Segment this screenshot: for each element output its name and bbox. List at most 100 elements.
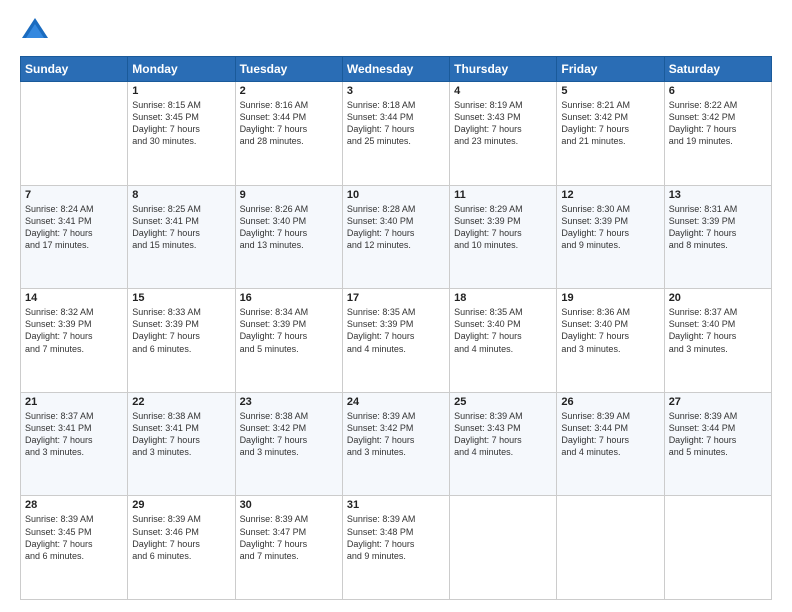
day-number: 4 <box>454 85 552 97</box>
calendar-cell: 19 Sunrise: 8:36 AM Sunset: 3:40 PM Dayli… <box>557 289 664 393</box>
calendar-cell: 1Sunrise: 8:15 AM Sunset: 3:45 PM Daylig… <box>128 82 235 186</box>
day-number: 2 <box>240 85 338 97</box>
day-info: Sunrise: 8:28 AM Sunset: 3:40 PM Dayligh… <box>347 203 445 252</box>
calendar-cell: 20 Sunrise: 8:37 AM Sunset: 3:40 PM Dayli… <box>664 289 771 393</box>
day-info: Sunrise: 8:34 AM Sunset: 3:39 PM Dayligh… <box>240 306 338 355</box>
day-number: 6 <box>669 85 767 97</box>
day-number: 26 <box>561 396 659 408</box>
day-number: 17 <box>347 292 445 304</box>
calendar-cell: 30 Sunrise: 8:39 AM Sunset: 3:47 PM Dayli… <box>235 496 342 600</box>
day-number: 20 <box>669 292 767 304</box>
day-info: Sunrise: 8:36 AM Sunset: 3:40 PM Dayligh… <box>561 306 659 355</box>
calendar-cell: 25 Sunrise: 8:39 AM Sunset: 3:43 PM Dayli… <box>450 392 557 496</box>
day-number: 18 <box>454 292 552 304</box>
col-header-wednesday: Wednesday <box>342 57 449 82</box>
calendar-cell: 26Sunrise: 8:39 AM Sunset: 3:44 PM Dayli… <box>557 392 664 496</box>
day-info: Sunrise: 8:32 AM Sunset: 3:39 PM Dayligh… <box>25 306 123 355</box>
day-number: 30 <box>240 499 338 511</box>
day-number: 31 <box>347 499 445 511</box>
day-info: Sunrise: 8:39 AM Sunset: 3:47 PM Dayligh… <box>240 513 338 562</box>
col-header-saturday: Saturday <box>664 57 771 82</box>
calendar-cell: 13 Sunrise: 8:31 AM Sunset: 3:39 PM Dayli… <box>664 185 771 289</box>
day-info: Sunrise: 8:25 AM Sunset: 3:41 PM Dayligh… <box>132 203 230 252</box>
day-number: 11 <box>454 189 552 201</box>
day-info: Sunrise: 8:39 AM Sunset: 3:43 PM Dayligh… <box>454 410 552 459</box>
day-number: 15 <box>132 292 230 304</box>
calendar-cell: 27 Sunrise: 8:39 AM Sunset: 3:44 PM Dayli… <box>664 392 771 496</box>
calendar-cell: 10 Sunrise: 8:28 AM Sunset: 3:40 PM Dayli… <box>342 185 449 289</box>
calendar-cell: 2 Sunrise: 8:16 AM Sunset: 3:44 PM Daylig… <box>235 82 342 186</box>
calendar-cell <box>450 496 557 600</box>
day-info: Sunrise: 8:18 AM Sunset: 3:44 PM Dayligh… <box>347 99 445 148</box>
day-number: 22 <box>132 396 230 408</box>
calendar-cell: 24Sunrise: 8:39 AM Sunset: 3:42 PM Dayli… <box>342 392 449 496</box>
day-info: Sunrise: 8:21 AM Sunset: 3:42 PM Dayligh… <box>561 99 659 148</box>
calendar-cell: 22Sunrise: 8:38 AM Sunset: 3:41 PM Dayli… <box>128 392 235 496</box>
calendar-cell <box>21 82 128 186</box>
day-info: Sunrise: 8:39 AM Sunset: 3:48 PM Dayligh… <box>347 513 445 562</box>
day-info: Sunrise: 8:38 AM Sunset: 3:42 PM Dayligh… <box>240 410 338 459</box>
col-header-friday: Friday <box>557 57 664 82</box>
calendar-cell <box>664 496 771 600</box>
calendar-cell: 14 Sunrise: 8:32 AM Sunset: 3:39 PM Dayli… <box>21 289 128 393</box>
col-header-tuesday: Tuesday <box>235 57 342 82</box>
calendar-cell: 23Sunrise: 8:38 AM Sunset: 3:42 PM Dayli… <box>235 392 342 496</box>
day-number: 5 <box>561 85 659 97</box>
calendar-cell: 17Sunrise: 8:35 AM Sunset: 3:39 PM Dayli… <box>342 289 449 393</box>
week-row-2: 7 Sunrise: 8:24 AM Sunset: 3:41 PM Daylig… <box>21 185 772 289</box>
day-info: Sunrise: 8:35 AM Sunset: 3:40 PM Dayligh… <box>454 306 552 355</box>
day-number: 7 <box>25 189 123 201</box>
day-number: 1 <box>132 85 230 97</box>
week-row-4: 21 Sunrise: 8:37 AM Sunset: 3:41 PM Dayli… <box>21 392 772 496</box>
calendar-cell: 21 Sunrise: 8:37 AM Sunset: 3:41 PM Dayli… <box>21 392 128 496</box>
day-number: 9 <box>240 189 338 201</box>
day-info: Sunrise: 8:19 AM Sunset: 3:43 PM Dayligh… <box>454 99 552 148</box>
week-row-1: 1Sunrise: 8:15 AM Sunset: 3:45 PM Daylig… <box>21 82 772 186</box>
calendar-cell: 4 Sunrise: 8:19 AM Sunset: 3:43 PM Daylig… <box>450 82 557 186</box>
day-info: Sunrise: 8:24 AM Sunset: 3:41 PM Dayligh… <box>25 203 123 252</box>
day-number: 10 <box>347 189 445 201</box>
day-info: Sunrise: 8:39 AM Sunset: 3:44 PM Dayligh… <box>669 410 767 459</box>
calendar-cell: 18 Sunrise: 8:35 AM Sunset: 3:40 PM Dayli… <box>450 289 557 393</box>
day-number: 21 <box>25 396 123 408</box>
day-info: Sunrise: 8:39 AM Sunset: 3:45 PM Dayligh… <box>25 513 123 562</box>
day-number: 19 <box>561 292 659 304</box>
day-info: Sunrise: 8:37 AM Sunset: 3:40 PM Dayligh… <box>669 306 767 355</box>
day-info: Sunrise: 8:37 AM Sunset: 3:41 PM Dayligh… <box>25 410 123 459</box>
calendar-cell: 6Sunrise: 8:22 AM Sunset: 3:42 PM Daylig… <box>664 82 771 186</box>
logo-icon <box>20 16 50 46</box>
calendar-cell: 31 Sunrise: 8:39 AM Sunset: 3:48 PM Dayli… <box>342 496 449 600</box>
day-number: 3 <box>347 85 445 97</box>
day-info: Sunrise: 8:39 AM Sunset: 3:46 PM Dayligh… <box>132 513 230 562</box>
logo <box>20 16 54 46</box>
calendar-cell: 9Sunrise: 8:26 AM Sunset: 3:40 PM Daylig… <box>235 185 342 289</box>
calendar-cell: 15Sunrise: 8:33 AM Sunset: 3:39 PM Dayli… <box>128 289 235 393</box>
day-number: 12 <box>561 189 659 201</box>
calendar-cell: 3 Sunrise: 8:18 AM Sunset: 3:44 PM Daylig… <box>342 82 449 186</box>
day-number: 29 <box>132 499 230 511</box>
calendar-cell: 28 Sunrise: 8:39 AM Sunset: 3:45 PM Dayli… <box>21 496 128 600</box>
calendar-cell: 5 Sunrise: 8:21 AM Sunset: 3:42 PM Daylig… <box>557 82 664 186</box>
day-number: 25 <box>454 396 552 408</box>
calendar-cell: 29 Sunrise: 8:39 AM Sunset: 3:46 PM Dayli… <box>128 496 235 600</box>
day-number: 28 <box>25 499 123 511</box>
col-header-sunday: Sunday <box>21 57 128 82</box>
day-number: 24 <box>347 396 445 408</box>
day-number: 27 <box>669 396 767 408</box>
day-number: 13 <box>669 189 767 201</box>
calendar-cell: 8 Sunrise: 8:25 AM Sunset: 3:41 PM Daylig… <box>128 185 235 289</box>
col-header-thursday: Thursday <box>450 57 557 82</box>
page: SundayMondayTuesdayWednesdayThursdayFrid… <box>0 0 792 612</box>
day-info: Sunrise: 8:31 AM Sunset: 3:39 PM Dayligh… <box>669 203 767 252</box>
header-row: SundayMondayTuesdayWednesdayThursdayFrid… <box>21 57 772 82</box>
day-number: 8 <box>132 189 230 201</box>
day-info: Sunrise: 8:16 AM Sunset: 3:44 PM Dayligh… <box>240 99 338 148</box>
calendar-cell: 7 Sunrise: 8:24 AM Sunset: 3:41 PM Daylig… <box>21 185 128 289</box>
day-number: 14 <box>25 292 123 304</box>
calendar-cell <box>557 496 664 600</box>
calendar-table: SundayMondayTuesdayWednesdayThursdayFrid… <box>20 56 772 600</box>
day-info: Sunrise: 8:30 AM Sunset: 3:39 PM Dayligh… <box>561 203 659 252</box>
calendar-cell: 12 Sunrise: 8:30 AM Sunset: 3:39 PM Dayli… <box>557 185 664 289</box>
col-header-monday: Monday <box>128 57 235 82</box>
week-row-5: 28 Sunrise: 8:39 AM Sunset: 3:45 PM Dayli… <box>21 496 772 600</box>
